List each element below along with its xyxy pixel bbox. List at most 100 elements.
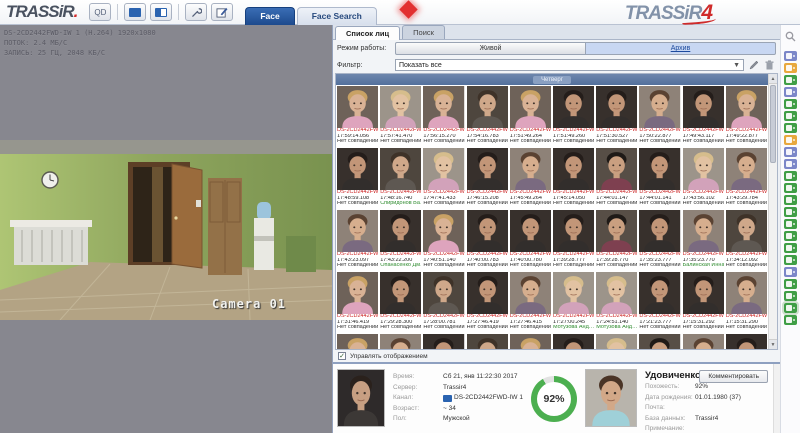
face-cell[interactable]: DS-2CD2442FWD… 17:51:30.527Нет совпадени… [596,86,637,146]
comment-button[interactable]: Комментировать [699,370,768,383]
face-cell[interactable]: DS-2CD2442FWD… 17:34:12.092Нет совпадени… [726,210,767,270]
channel-camera-icon[interactable] [784,87,797,97]
face-cell[interactable]: DS-2CD2442FWD… 17:45:14.050Нет совпадени… [553,148,594,208]
face-cell[interactable]: DS-2CD2442FWD… 17:28:00.781Нет совпадени… [423,272,464,332]
no-match-label: Нет совпадений [467,263,508,269]
channel-camera-icon[interactable] [784,243,797,253]
face-cell[interactable]: DS-2CD2442FWD… 17:39:28.777Нет совпадени… [553,210,594,270]
mode-archive-button[interactable]: Архив [586,42,776,55]
face-cell[interactable]: DS-2CD2442FWD… 17:01:49.264Нет совпадени… [639,334,680,349]
face-cell[interactable]: DS-2CD2442FWD… 17:27:46.419Нет совпадени… [467,272,508,332]
face-cell[interactable]: DS-2CD2442FWD… 17:00:14.056Нет совпадени… [683,334,724,349]
camera-view-pane[interactable]: DS-2CD2442FWD-IW 1 (H.264) 1920x1080 ПОТ… [0,25,332,433]
face-cell[interactable]: DS-2CD2442FWD… 17:45:49.264Нет совпадени… [510,148,551,208]
tab-face-search[interactable]: Face Search [297,7,377,25]
face-cell[interactable]: DS-2CD2442FWD… 17:03:15.270Нет совпадени… [596,334,637,349]
face-cell[interactable]: DS-2CD2442FWD… 17:24:51.140Мотузова Анд… [596,272,637,332]
face-cell[interactable]: DS-2CD2442FWD… 17:07:41.470Нет совпадени… [467,334,508,349]
face-cell[interactable]: DS-2CD2442FWD… 17:12:22.877Нет совпадени… [380,334,421,349]
face-cell[interactable]: DS-2CD2442FWD… 17:05:41.201Нет совпадени… [510,334,551,349]
face-cell[interactable]: DS-2CD2442FWD… 17:43:56.102Нет совпадени… [683,148,724,208]
channel-camera-icon[interactable] [784,99,797,109]
face-cell[interactable]: DS-2CD2442FWD… 17:35:23.777Нет совпадени… [639,210,680,270]
face-cell[interactable]: DS-2CD2442FWD… 17:27:00.245Мотузова Анд… [553,272,594,332]
face-grid-scrollbar[interactable]: ▲ ▼ [768,74,777,349]
face-cell[interactable]: DS-2CD2442FWD… 17:40:00.780Нет совпадени… [510,210,551,270]
channel-camera-icon[interactable] [784,51,797,61]
channel-camera-icon[interactable] [784,63,797,73]
face-cell[interactable]: DS-2CD2442FWD… 17:39:28.770Нет совпадени… [596,210,637,270]
search-icon[interactable] [785,29,796,47]
manage-display-checkbox[interactable]: ✓ [338,352,346,360]
channel-camera-icon[interactable] [784,183,797,193]
channel-camera-icon[interactable] [784,75,797,85]
tab-face[interactable]: Face [245,7,294,25]
delete-filter-button[interactable] [763,59,776,71]
pencil-icon [749,60,759,70]
face-cell[interactable]: DS-2CD2442FWD… 17:15:31.290Нет совпадени… [726,272,767,332]
channel-camera-icon[interactable] [784,195,797,205]
tab-search[interactable]: Поиск [402,25,445,39]
face-cell[interactable]: DS-2CD2442FWD… 17:05:41.200Нет совпадени… [553,334,594,349]
edit-filter-button[interactable] [747,59,760,71]
face-cell[interactable]: DS-2CD2442FWD… 17:44:01.141Нет совпадени… [639,148,680,208]
channel-camera-icon[interactable] [784,159,797,169]
edit-note-button[interactable] [211,3,233,21]
channel-camera-icon[interactable] [784,171,797,181]
face-cell[interactable]: DS-2CD2442FWD… 17:48:16.740Спиридонов Ва… [380,148,421,208]
channel-camera-icon[interactable] [784,111,797,121]
face-cell[interactable]: DS-2CD2442FWD… 17:47:41.433Нет совпадени… [423,148,464,208]
face-cell[interactable]: DS-2CD2442FWD… 17:35:23.770Балинская Инн… [683,210,724,270]
channel-camera-icon[interactable] [784,267,797,277]
layout-button[interactable] [150,3,172,21]
face-cell[interactable]: DS-2CD2442FWD… 17:31:46.419Нет совпадени… [337,272,378,332]
face-cell[interactable]: DS-2CD2442FWD… 17:51:49.264Нет совпадени… [510,86,551,146]
face-cell[interactable]: DS-2CD2442FWD… 17:40:51.140Нет совпадени… [423,210,464,270]
face-cell[interactable]: DS-2CD2442FWD… 17:54:16.783Нет совпадени… [467,86,508,146]
channel-camera-icon[interactable] [784,255,797,265]
match-name: Балинская Инна [683,263,724,269]
tools-button[interactable] [185,3,207,21]
face-cell[interactable]: DS-2CD2442FWD… 17:50:22.877Нет совпадени… [639,86,680,146]
scrollbar-thumb[interactable] [770,85,776,163]
channel-camera-icon[interactable] [784,303,797,313]
mode-live-button[interactable]: Живой [395,42,586,55]
face-cell[interactable]: DS-2CD2442FWD… 17:46:15.208Нет совпадени… [467,148,508,208]
face-cell[interactable]: DS-2CD2442FWD… 17:51:49.260Нет совпадени… [553,86,594,146]
channel-camera-icon[interactable] [784,135,797,145]
face-cell[interactable]: DS-2CD2442FWD… 17:40:00.783Нет совпадени… [467,210,508,270]
face-cell[interactable]: DS-2CD2442FWD… 17:29:28.300Нет совпадени… [380,272,421,332]
channel-camera-icon[interactable] [784,147,797,157]
tab-face-list[interactable]: Список лиц [335,26,400,40]
face-cell[interactable]: DS-2CD2442FWD… 17:44:01.147Нет совпадени… [596,148,637,208]
face-cell[interactable]: DS-2CD2442FWD… 17:27:46.415Нет совпадени… [510,272,551,332]
alarm-diamond-icon[interactable] [399,0,417,18]
monitor-button[interactable] [124,3,146,21]
face-cell[interactable]: DS-2CD2442FWD… 17:49:22.877Нет совпадени… [726,86,767,146]
face-cell[interactable]: DS-2CD2442FWD… 17:09:16.783Нет совпадени… [423,334,464,349]
channel-camera-icon[interactable] [784,207,797,217]
face-cell[interactable]: DS-2CD2442FWD… 17:14:59.108Нет совпадени… [337,334,378,349]
face-cell[interactable]: DS-2CD2442FWD… 17:43:23.097Нет совпадени… [337,210,378,270]
face-cell[interactable]: DS-2CD2442FWD… 17:15:31.292Нет совпадени… [683,272,724,332]
channel-camera-icon[interactable] [784,231,797,241]
channel-camera-icon[interactable] [784,219,797,229]
scroll-down-arrow[interactable]: ▼ [769,339,777,349]
detail-scrollbar[interactable] [773,364,780,433]
filter-dropdown[interactable]: Показать все▼ [395,59,744,71]
face-cell[interactable]: DS-2CD2442FWD… 17:43:29.784Нет совпадени… [726,148,767,208]
scroll-up-arrow[interactable]: ▲ [769,74,777,84]
face-cell[interactable]: DS-2CD2442FWD… 17:59:14.056Нет совпадени… [337,86,378,146]
channel-camera-icon[interactable] [784,279,797,289]
face-cell[interactable]: DS-2CD2442FWD… 17:49:43.117Нет совпадени… [683,86,724,146]
channel-camera-icon[interactable] [784,315,797,325]
face-cell[interactable]: DS-2CD2442FWD… 17:21:23.777Нет совпадени… [639,272,680,332]
face-cell[interactable]: DS-2CD2442FWD… 17:48:59.108Нет совпадени… [337,148,378,208]
face-cell[interactable]: DS-2CD2442FWD… 17:56:15.270Нет совпадени… [423,86,464,146]
face-cell[interactable]: DS-2CD2442FWD… 17:43:22.200Опанасенко Дм… [380,210,421,270]
face-cell[interactable]: DS-2CD2442FWD… 17:57:41.470Нет совпадени… [380,86,421,146]
face-cell[interactable]: DS-2CD2442FWD… 16:59:01.141Нет совпадени… [726,334,767,349]
channel-camera-icon[interactable] [784,123,797,133]
channel-camera-icon[interactable] [784,291,797,301]
qd-button[interactable]: QD [89,3,111,21]
